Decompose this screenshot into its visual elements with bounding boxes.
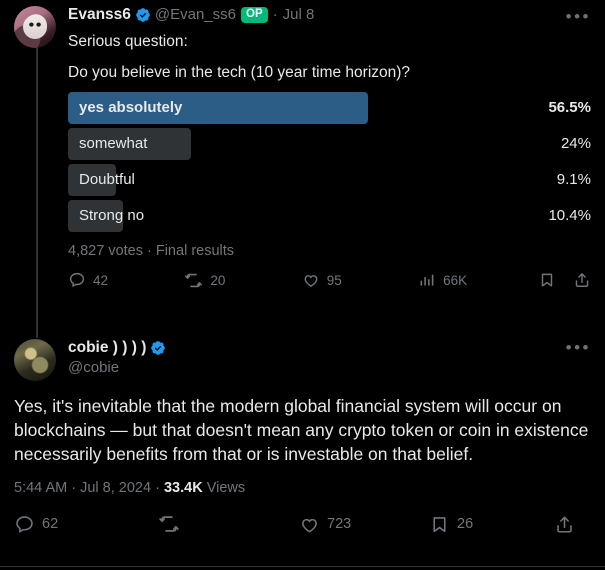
tweet-1-text: Serious question:: [68, 32, 188, 50]
poll-question: Do you believe in the tech (10 year time…: [68, 63, 411, 81]
analytics-icon: [418, 271, 436, 289]
ts-separator-1: ·: [71, 480, 77, 496]
tweet-2-views-count: 33.4K: [163, 480, 203, 496]
tweet-2-action-bar: 62 723 26: [14, 513, 591, 535]
retweet-icon: [184, 271, 203, 290]
poll-option-percent: 24%: [560, 135, 591, 153]
more-options-icon-tweet-2[interactable]: •••: [566, 339, 591, 356]
heart-icon: [299, 514, 320, 535]
bookmark-button[interactable]: 26: [429, 514, 554, 535]
reply-icon: [68, 271, 86, 289]
like-button[interactable]: 723: [299, 514, 429, 535]
poll-option-row[interactable]: somewhat 24%: [68, 127, 591, 160]
poll-option-row[interactable]: yes absolutely 56.5%: [68, 91, 591, 124]
avatar-cobie[interactable]: [14, 339, 56, 381]
like-count: 95: [326, 272, 342, 288]
ts-separator-2: ·: [155, 480, 160, 496]
tweet-1-action-bar: 42 20 95 66K: [68, 271, 591, 290]
like-count: 723: [327, 516, 352, 532]
tweet-2-timestamp-line: 5:44 AM · Jul 8, 2024 · 33.4K Views: [14, 480, 591, 496]
tweet-2-views-label: Views: [206, 480, 246, 496]
tweet-1-separator: ·: [272, 6, 278, 24]
poll-option-label: Doubtful: [79, 171, 135, 189]
views-button[interactable]: 66K: [418, 271, 538, 289]
reply-count: 62: [42, 516, 59, 532]
more-options-icon-tweet-1[interactable]: •••: [566, 8, 591, 25]
reply-button[interactable]: 62: [14, 514, 158, 535]
handle-evanss6[interactable]: @Evan_ss6: [155, 6, 236, 24]
share-icon: [554, 514, 575, 535]
reply-count: 42: [93, 272, 109, 288]
retweet-button[interactable]: 20: [184, 271, 301, 290]
tweet-1-date[interactable]: Jul 8: [283, 6, 315, 24]
retweet-icon: [158, 513, 180, 535]
tweet-cobie[interactable]: ••• cobie ) ) ) ) @cobie Yes, it's inevi…: [0, 333, 605, 535]
retweet-button[interactable]: [158, 513, 299, 535]
op-badge: OP: [241, 7, 268, 24]
tweet-2-text: Yes, it's inevitable that the modern glo…: [14, 396, 589, 464]
bookmark-count: 26: [457, 516, 474, 532]
poll: Do you believe in the tech (10 year time…: [68, 63, 591, 259]
poll-option-label: yes absolutely: [79, 99, 183, 117]
bookmark-icon: [538, 271, 556, 289]
like-button[interactable]: 95: [302, 271, 418, 289]
poll-option-row[interactable]: Strong no 10.4%: [68, 199, 591, 232]
bottom-divider: [0, 566, 605, 567]
avatar-evanss6[interactable]: [14, 6, 56, 48]
tweet-2-time: 5:44 AM: [14, 480, 68, 496]
poll-option-label: somewhat: [79, 135, 148, 153]
share-icon: [573, 271, 591, 289]
poll-option-label: Strong no: [79, 207, 145, 225]
share-button[interactable]: [573, 271, 591, 289]
poll-option-percent: 9.1%: [556, 171, 591, 189]
reply-icon: [14, 514, 35, 535]
display-name-evanss6[interactable]: Evanss6: [68, 6, 131, 25]
verified-badge-icon: [150, 340, 166, 356]
poll-results-meta: 4,827 votes · Final results: [68, 242, 235, 259]
verified-badge-icon: [135, 7, 151, 23]
heart-icon: [302, 271, 320, 289]
display-name-cobie[interactable]: cobie ) ) ) ): [68, 339, 146, 358]
poll-option-row[interactable]: Doubtful 9.1%: [68, 163, 591, 196]
retweet-count: 20: [210, 272, 226, 288]
bookmark-icon: [429, 514, 450, 535]
tweet-1-author-line: Evanss6 @Evan_ss6 OP · Jul 8: [68, 6, 591, 25]
handle-cobie[interactable]: @cobie: [68, 359, 591, 378]
bookmark-button[interactable]: [538, 271, 573, 289]
reply-button[interactable]: 42: [68, 271, 184, 289]
tweet-evanss6[interactable]: ••• Evanss6 @Evan_ss6 OP · Jul 8 Serious…: [0, 0, 605, 290]
thread-feed: ••• Evanss6 @Evan_ss6 OP · Jul 8 Serious…: [0, 0, 605, 570]
share-button[interactable]: [554, 514, 575, 535]
poll-option-percent: 10.4%: [548, 207, 591, 225]
tweet-2-author-line: cobie ) ) ) ): [68, 339, 591, 358]
poll-options: yes absolutely 56.5% somewhat 24% Doubtf…: [68, 91, 591, 232]
views-count: 66K: [443, 272, 468, 288]
poll-option-percent: 56.5%: [548, 99, 591, 117]
tweet-2-date: Jul 8, 2024: [80, 480, 152, 496]
